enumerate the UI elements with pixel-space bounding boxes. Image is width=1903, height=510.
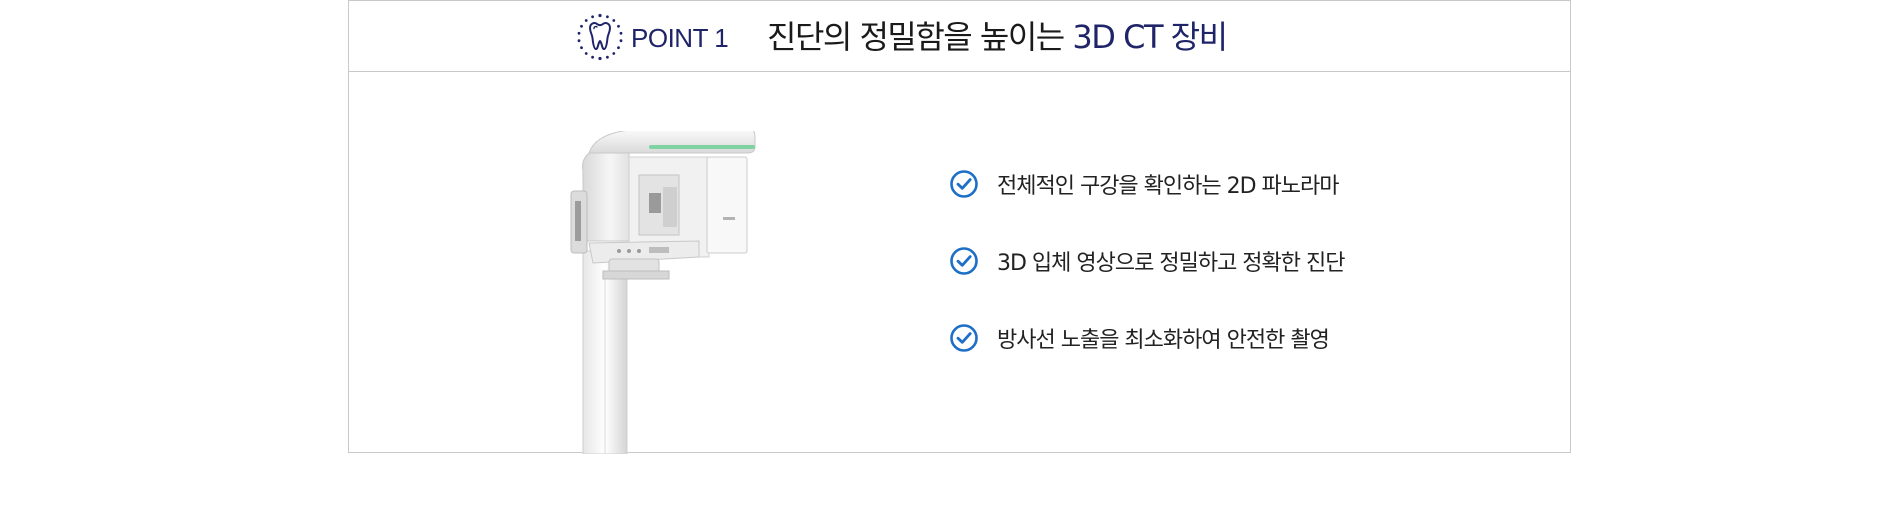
ct-scanner-illustration: [570, 131, 756, 454]
point-label: POINT 1: [631, 23, 729, 53]
list-item: 전체적인 구강을 확인하는 2D 파노라마: [949, 164, 1345, 204]
feature-text: 전체적인 구강을 확인하는 2D 파노라마: [997, 174, 1340, 199]
check-circle-icon: [950, 324, 978, 352]
list-item: 방사선 노출을 최소화하여 안전한 촬영: [949, 318, 1345, 358]
card-header: POINT 1 진단의 정밀함을 높이는 3D CT 장비: [349, 1, 1570, 72]
check-circle-icon: [950, 247, 978, 275]
headline-accent: 3D CT 장비: [1072, 18, 1228, 56]
page-title: 진단의 정밀함을 높이는 3D CT 장비: [767, 17, 1228, 57]
feature-text: 방사선 노출을 최소화하여 안전한 촬영: [997, 328, 1330, 353]
feature-text: 3D 입체 영상으로 정밀하고 정확한 진단: [997, 251, 1346, 276]
tooth-icon: [577, 13, 623, 61]
headline-main: 진단의 정밀함을 높이는: [767, 18, 1073, 56]
feature-list: 전체적인 구강을 확인하는 2D 파노라마 3D 입체 영상으로 정밀하고 정확…: [949, 164, 1346, 395]
point-card: POINT 1 진단의 정밀함을 높이는 3D CT 장비 전체적인 구강을 확…: [348, 0, 1571, 454]
list-item: 3D 입체 영상으로 정밀하고 정확한 진단: [949, 241, 1346, 281]
check-circle-icon: [950, 170, 978, 198]
